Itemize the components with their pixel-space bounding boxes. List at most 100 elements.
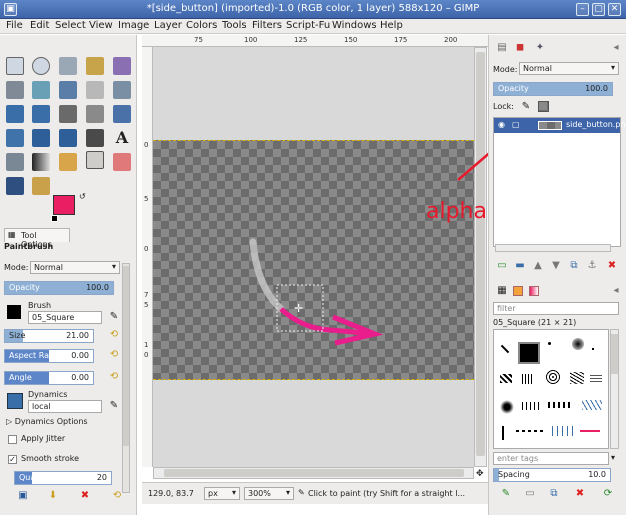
lower-layer-icon[interactable]: ▼: [549, 259, 563, 273]
layer-chain-icon[interactable]: ▢: [512, 120, 520, 129]
brush-item[interactable]: [548, 402, 572, 408]
brush-item[interactable]: [500, 400, 514, 414]
menu-tools[interactable]: Tools: [222, 20, 247, 31]
pencil-icon[interactable]: [59, 153, 77, 171]
reset-options-icon[interactable]: ⟲: [110, 489, 124, 503]
menu-help[interactable]: Help: [380, 20, 403, 31]
menu-file[interactable]: File: [6, 20, 23, 31]
move-icon[interactable]: [32, 105, 50, 123]
brush-item[interactable]: [522, 374, 532, 384]
minimize-button[interactable]: –: [576, 3, 589, 16]
perspective-icon[interactable]: [59, 129, 77, 147]
brush-tags-input[interactable]: enter tags: [493, 452, 609, 465]
tab-tool-options[interactable]: ▦ Tool Options: [4, 228, 70, 249]
tool-options-scrollbar[interactable]: [122, 263, 130, 493]
swap-colors-icon[interactable]: ↺: [79, 192, 86, 201]
brush-item[interactable]: [516, 430, 546, 432]
menu-script-fu[interactable]: Script-Fu: [286, 20, 330, 31]
smooth-stroke-checkbox[interactable]: ✓: [8, 455, 17, 464]
dock-menu-icon[interactable]: ◂: [609, 41, 623, 55]
layers-hscroll[interactable]: [495, 244, 611, 252]
brushes-menu-icon[interactable]: ◂: [609, 284, 623, 298]
menu-select[interactable]: Select: [55, 20, 86, 31]
spacing-slider[interactable]: Spacing 10.0: [493, 468, 611, 482]
airbrush-icon[interactable]: [6, 177, 24, 195]
brush-item[interactable]: [552, 426, 574, 436]
aspect-ratio-slider[interactable]: Aspect Ratio 0.00: [4, 349, 94, 363]
anchor-layer-icon[interactable]: ⚓: [585, 259, 599, 273]
opacity-slider[interactable]: Opacity 100.0: [4, 281, 114, 295]
shear-icon[interactable]: [32, 129, 50, 147]
brush-preview[interactable]: [7, 305, 21, 319]
brush-item[interactable]: [546, 370, 560, 384]
brush-item[interactable]: [590, 374, 602, 382]
angle-slider[interactable]: Angle 0.00: [4, 371, 94, 385]
brush-grid-scrollbar[interactable]: [610, 329, 619, 449]
unit-select[interactable]: px: [204, 487, 240, 500]
dynamics-options-expander[interactable]: ▷ Dynamics Options: [6, 417, 88, 426]
clone-icon[interactable]: [32, 177, 50, 195]
tags-dropdown-icon[interactable]: ▾: [611, 453, 615, 462]
brush-item-selected[interactable]: [518, 342, 540, 364]
canvas-area[interactable]: ✛: [153, 47, 474, 467]
paths-icon[interactable]: [59, 81, 77, 99]
tab-channels-icon[interactable]: ◼: [513, 41, 527, 55]
reset-angle-icon[interactable]: ⟲: [107, 370, 121, 384]
crop-icon[interactable]: [86, 105, 104, 123]
eraser-icon[interactable]: [113, 153, 131, 171]
rect-select-icon[interactable]: [6, 57, 24, 75]
menu-layer[interactable]: Layer: [154, 20, 182, 31]
brush-item[interactable]: [582, 400, 602, 410]
restore-options-icon[interactable]: ⬇: [46, 489, 60, 503]
dynamics-icon[interactable]: [7, 393, 23, 409]
raise-layer-icon[interactable]: ▲: [531, 259, 545, 273]
menu-view[interactable]: View: [89, 20, 113, 31]
layer-mode-select[interactable]: Normal: [519, 62, 619, 75]
layer-visibility-icon[interactable]: ◉: [498, 120, 505, 129]
lock-pixels-icon[interactable]: ✎: [519, 100, 533, 114]
delete-brush-icon[interactable]: ✖: [573, 487, 587, 501]
measure-icon[interactable]: [6, 105, 24, 123]
brush-item[interactable]: [570, 372, 584, 384]
new-group-icon[interactable]: ▬: [513, 259, 527, 273]
menu-filters[interactable]: Filters: [252, 20, 282, 31]
flip-icon[interactable]: [86, 129, 104, 147]
delete-options-icon[interactable]: ✖: [78, 489, 92, 503]
brush-item[interactable]: [500, 374, 512, 383]
delete-layer-icon[interactable]: ✖: [605, 259, 619, 273]
tab-layers-icon[interactable]: ▤: [495, 41, 509, 55]
size-slider[interactable]: Size 21.00: [4, 329, 94, 343]
edit-dynamics-icon[interactable]: ✎: [107, 399, 121, 413]
menu-edit[interactable]: Edit: [30, 20, 49, 31]
save-options-icon[interactable]: ▣: [16, 489, 30, 503]
new-layer-icon[interactable]: ▭: [495, 259, 509, 273]
text-tool-icon[interactable]: A: [113, 129, 131, 147]
brush-item[interactable]: [572, 338, 584, 350]
foreground-select-icon[interactable]: [32, 81, 50, 99]
reset-size-icon[interactable]: ⟲: [107, 328, 121, 342]
lock-alpha-icon[interactable]: [538, 101, 549, 112]
foreground-color[interactable]: [53, 195, 75, 215]
brush-grid[interactable]: [493, 329, 609, 449]
tab-brushes-icon[interactable]: ▦: [495, 284, 509, 298]
apply-jitter-checkbox[interactable]: [8, 435, 17, 444]
brush-item[interactable]: [500, 344, 510, 354]
brush-filter-input[interactable]: filter: [493, 302, 619, 315]
canvas-horizontal-scrollbar[interactable]: [153, 467, 474, 479]
fuzzy-select-icon[interactable]: [86, 57, 104, 75]
zoom-icon[interactable]: [113, 81, 131, 99]
reset-aspect-icon[interactable]: ⟲: [107, 348, 121, 362]
ellipse-select-icon[interactable]: [32, 57, 50, 75]
tab-gradients-icon[interactable]: [529, 286, 539, 296]
refresh-brushes-icon[interactable]: ⟳: [601, 487, 615, 501]
scale-icon[interactable]: [6, 129, 24, 147]
edit-brush-dock-icon[interactable]: ✎: [499, 487, 513, 501]
rotate-icon[interactable]: [113, 105, 131, 123]
close-button[interactable]: ✕: [608, 3, 621, 16]
align-icon[interactable]: [59, 105, 77, 123]
mode-select[interactable]: Normal: [30, 261, 120, 274]
brush-field[interactable]: 05_Square: [28, 311, 102, 324]
quality-slider[interactable]: Quality 20: [14, 471, 112, 485]
brush-item[interactable]: [592, 348, 594, 350]
color-picker-icon[interactable]: [86, 81, 104, 99]
